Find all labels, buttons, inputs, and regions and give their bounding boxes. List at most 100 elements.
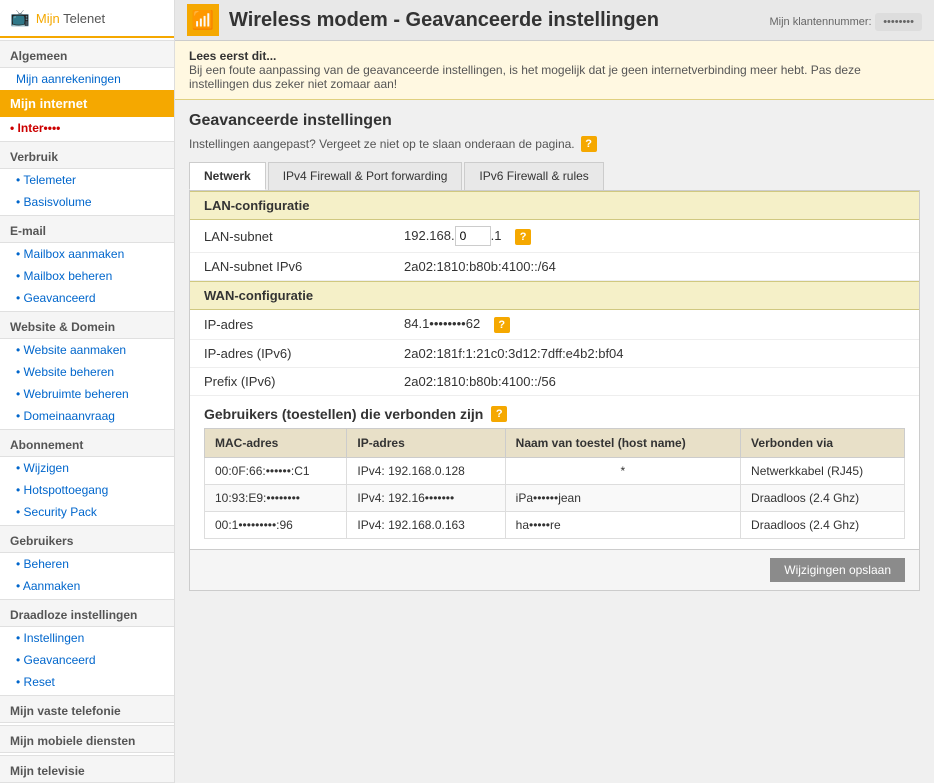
sidebar-section-algemeen: Algemeen: [0, 40, 174, 68]
wan-prefix-label: Prefix (IPv6): [190, 368, 390, 396]
page-title-area: 📶 Wireless modem - Geavanceerde instelli…: [187, 4, 659, 36]
sidebar-item-webruimte-beheren[interactable]: • Webruimte beheren: [0, 383, 174, 405]
mijn-icon: 📺: [10, 8, 30, 28]
sidebar-subsection-website: Website & Domein: [0, 311, 174, 339]
sidebar-item-domeinaanvraag[interactable]: • Domeinaanvraag: [0, 405, 174, 427]
row1-ip: IPv4: 192.168.0.128: [347, 458, 505, 485]
row3-name: ha•••••re: [505, 512, 740, 539]
sidebar-item-internet[interactable]: • Inter••••: [0, 117, 174, 139]
users-table: MAC-adres IP-adres Naam van toestel (hos…: [204, 428, 905, 539]
settings-note: Instellingen aangepast? Vergeet ze niet …: [189, 136, 920, 152]
klant-label: Mijn klantennummer:: [769, 16, 871, 28]
sidebar-section-internet[interactable]: Mijn internet: [0, 90, 174, 117]
sidebar-logo[interactable]: 📺 Mijn Telenet: [0, 0, 174, 38]
table-row: 00:0F:66:••••••:C1 IPv4: 192.168.0.128 *…: [205, 458, 905, 485]
klant-number-area: Mijn klantennummer: ••••••••: [769, 13, 922, 28]
top-bar: 📶 Wireless modem - Geavanceerde instelli…: [175, 0, 934, 41]
sidebar-item-mailbox-aanmaken[interactable]: • Mailbox aanmaken: [0, 243, 174, 265]
page-icon: 📶: [187, 4, 219, 36]
sidebar-subsection-abonnement: Abonnement: [0, 429, 174, 457]
sidebar-subsection-gebruikers: Gebruikers: [0, 525, 174, 553]
sidebar-item-website-beheren[interactable]: • Website beheren: [0, 361, 174, 383]
sidebar-subsection-verbruik: Verbruik: [0, 141, 174, 169]
advanced-title: Geavanceerde instellingen: [189, 112, 920, 130]
tab-netwerk[interactable]: Netwerk: [189, 162, 266, 190]
row3-mac: 00:1•••••••••:96: [205, 512, 347, 539]
lan-subnet-value: 192.168..1 ?: [390, 220, 919, 253]
wan-ip-label: IP-adres: [190, 310, 390, 340]
sidebar-item-reset[interactable]: • Reset: [0, 671, 174, 693]
sidebar-section-mobiel: Mijn mobiele diensten: [0, 725, 174, 753]
lan-config-table: LAN-subnet 192.168..1 ? LAN-subnet IPv6 …: [190, 220, 919, 281]
wan-config-table: IP-adres 84.1••••••••62 ? IP-adres (IPv6…: [190, 310, 919, 396]
sidebar-item-security-pack[interactable]: • Security Pack: [0, 501, 174, 523]
row3-ip: IPv4: 192.168.0.163: [347, 512, 505, 539]
col-name: Naam van toestel (host name): [505, 429, 740, 458]
users-section-header: Gebruikers (toestellen) die verbonden zi…: [190, 396, 919, 428]
col-connected: Verbonden via: [741, 429, 905, 458]
sidebar: 📺 Mijn Telenet Algemeen Mijn aanrekening…: [0, 0, 175, 783]
lan-subnet-label: LAN-subnet: [190, 220, 390, 253]
lan-subnet-help-icon[interactable]: ?: [515, 229, 531, 245]
sidebar-section-telefonie: Mijn vaste telefonie: [0, 695, 174, 723]
row1-mac: 00:0F:66:••••••:C1: [205, 458, 347, 485]
sidebar-item-aanmaken[interactable]: • Aanmaken: [0, 575, 174, 597]
save-bar: Wijzigingen opslaan: [190, 549, 919, 590]
sidebar-item-draadloos-instellingen[interactable]: • Instellingen: [0, 627, 174, 649]
main-content: 📶 Wireless modem - Geavanceerde instelli…: [175, 0, 934, 783]
sidebar-item-aanrekeningen[interactable]: Mijn aanrekeningen: [0, 68, 174, 90]
row1-name: *: [505, 458, 740, 485]
tab-ipv6-firewall[interactable]: IPv6 Firewall & rules: [464, 162, 603, 190]
modem-icon: 📶: [192, 10, 214, 31]
wan-ip-help-icon[interactable]: ?: [494, 317, 510, 333]
lan-subnet-input[interactable]: [455, 226, 491, 246]
tabs-bar: Netwerk IPv4 Firewall & Port forwarding …: [189, 162, 920, 190]
wan-prefix-value: 2a02:1810:b80b:4100::/56: [390, 368, 919, 396]
users-help-icon[interactable]: ?: [491, 406, 507, 422]
warning-box: Lees eerst dit... Bij een foute aanpassi…: [175, 41, 934, 100]
users-table-body: 00:0F:66:••••••:C1 IPv4: 192.168.0.128 *…: [205, 458, 905, 539]
wan-ip-value: 84.1••••••••62 ?: [390, 310, 919, 340]
save-button[interactable]: Wijzigingen opslaan: [770, 558, 905, 582]
sidebar-item-website-aanmaken[interactable]: • Website aanmaken: [0, 339, 174, 361]
wan-section-header: WAN-configuratie: [190, 281, 919, 310]
sidebar-item-telemeter[interactable]: • Telemeter: [0, 169, 174, 191]
wan-ip-row: IP-adres 84.1••••••••62 ?: [190, 310, 919, 340]
lan-section-header: LAN-configuratie: [190, 191, 919, 220]
users-title: Gebruikers (toestellen) die verbonden zi…: [204, 406, 483, 422]
page-title: Wireless modem - Geavanceerde instelling…: [229, 9, 659, 32]
warning-text: Bij een foute aanpassing van de geavance…: [189, 63, 861, 91]
row2-name: iPa••••••jean: [505, 485, 740, 512]
warning-title: Lees eerst dit...: [189, 49, 276, 63]
row2-ip: IPv4: 192.16•••••••: [347, 485, 505, 512]
col-mac: MAC-adres: [205, 429, 347, 458]
table-row: 00:1•••••••••:96 IPv4: 192.168.0.163 ha•…: [205, 512, 905, 539]
sidebar-item-email-geavanceerd[interactable]: • Geavanceerd: [0, 287, 174, 309]
sidebar-item-draadloos-geavanceerd[interactable]: • Geavanceerd: [0, 649, 174, 671]
col-ip: IP-adres: [347, 429, 505, 458]
klant-number-value: ••••••••: [875, 13, 922, 31]
sidebar-section-televisie: Mijn televisie: [0, 755, 174, 783]
wan-ipv6-row: IP-adres (IPv6) 2a02:181f:1:21c0:3d12:7d…: [190, 340, 919, 368]
advanced-container: Geavanceerde instellingen Instellingen a…: [175, 100, 934, 603]
tab-ipv4-firewall[interactable]: IPv4 Firewall & Port forwarding: [268, 162, 463, 190]
sidebar-subsection-email: E-mail: [0, 215, 174, 243]
users-table-head: MAC-adres IP-adres Naam van toestel (hos…: [205, 429, 905, 458]
sidebar-item-beheren[interactable]: • Beheren: [0, 553, 174, 575]
wan-prefix-row: Prefix (IPv6) 2a02:1810:b80b:4100::/56: [190, 368, 919, 396]
sidebar-item-wijzigen[interactable]: • Wijzigen: [0, 457, 174, 479]
lan-subnet-ipv6-label: LAN-subnet IPv6: [190, 253, 390, 281]
sidebar-item-mailbox-beheren[interactable]: • Mailbox beheren: [0, 265, 174, 287]
content-panel: LAN-configuratie LAN-subnet 192.168..1 ?…: [189, 190, 920, 591]
table-row: 10:93:E9:•••••••• IPv4: 192.16••••••• iP…: [205, 485, 905, 512]
lan-subnet-ipv6-row: LAN-subnet IPv6 2a02:1810:b80b:4100::/64: [190, 253, 919, 281]
row2-connected: Draadloos (2.4 Ghz): [741, 485, 905, 512]
logo-text: Mijn Telenet: [36, 11, 105, 26]
row1-connected: Netwerkkabel (RJ45): [741, 458, 905, 485]
sidebar-item-hotspot[interactable]: • Hotspottoegang: [0, 479, 174, 501]
sidebar-subsection-draadloos: Draadloze instellingen: [0, 599, 174, 627]
settings-note-help-icon[interactable]: ?: [581, 136, 597, 152]
row3-connected: Draadloos (2.4 Ghz): [741, 512, 905, 539]
sidebar-item-basisvolume[interactable]: • Basisvolume: [0, 191, 174, 213]
row2-mac: 10:93:E9:••••••••: [205, 485, 347, 512]
